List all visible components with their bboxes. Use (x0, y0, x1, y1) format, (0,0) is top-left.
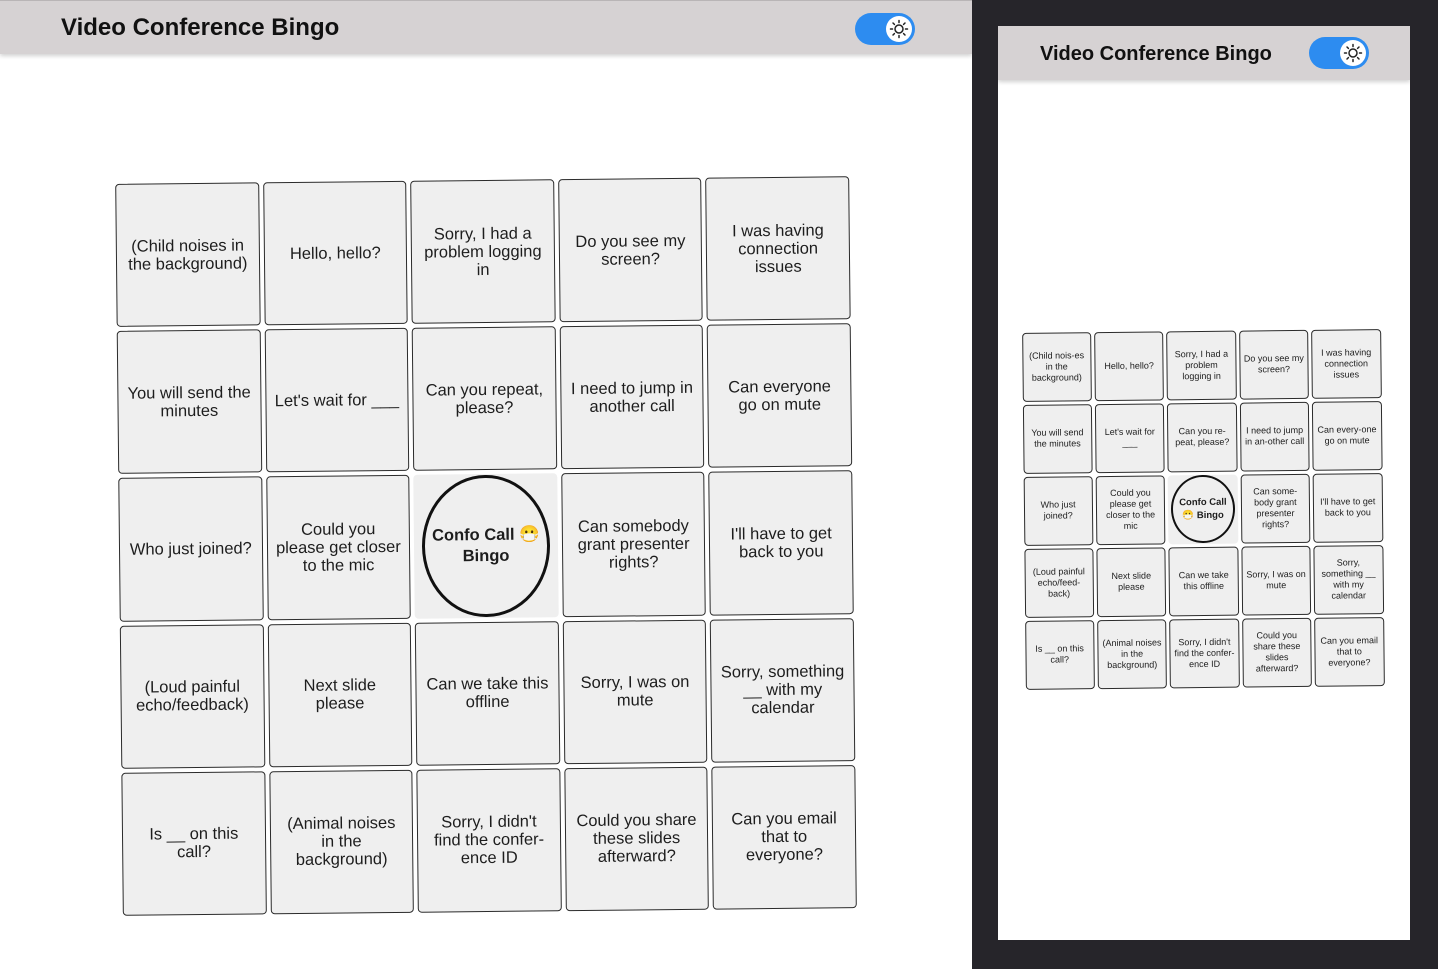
bingo-cell[interactable]: Can you email that to everyone? (1314, 616, 1385, 687)
bingo-cell[interactable]: Can everyone go on mute (707, 323, 853, 469)
page-title: Video Conference Bingo (61, 14, 340, 41)
bingo-cell[interactable]: Can we take this offline (1168, 546, 1239, 616)
bingo-cell[interactable]: Sorry, I had a problem logging in (410, 179, 556, 324)
mobile-bingo-board: (Child nois-es in the background) Hello,… (1020, 327, 1386, 691)
bingo-cell[interactable]: You will send the minutes (116, 329, 262, 475)
bingo-cell[interactable]: I'll have to get back to you (1312, 472, 1383, 543)
bingo-cell[interactable]: Can you re-peat, please? (1167, 402, 1238, 472)
bingo-cell[interactable]: Can every-one go on mute (1311, 400, 1383, 471)
theme-toggle[interactable] (855, 13, 915, 45)
bingo-cell[interactable]: Can you email that to everyone? (711, 764, 857, 910)
mobile-theme-toggle[interactable] (1309, 37, 1369, 69)
desktop-view: Video Conference Bingo (Child noises in … (0, 0, 972, 969)
bingo-cell[interactable]: Can somebody grant presenter rights? (561, 472, 707, 617)
bingo-cell[interactable]: Next slide please (267, 622, 413, 768)
mobile-device-frame: Video Conference Bingo (Child nois-es in… (972, 0, 1438, 969)
bingo-cell[interactable]: I need to jump in an-other call (1239, 401, 1310, 472)
bingo-cell[interactable]: Hello, hello? (262, 180, 408, 326)
bingo-cell[interactable]: Sorry, something __ with my calendar (1313, 544, 1384, 615)
bingo-cell[interactable]: I was having connection issues (1311, 328, 1382, 399)
free-space-label: Confo Call 😷 Bingo (1170, 474, 1236, 544)
bingo-cell[interactable]: Is __ on this call? (1024, 619, 1095, 690)
bingo-cell[interactable]: Sorry, I didn't find the confer-ence ID (416, 768, 562, 913)
sun-icon (889, 19, 909, 39)
toggle-knob (1340, 40, 1366, 66)
bingo-cell[interactable]: Do you see my screen? (1238, 329, 1309, 400)
bingo-cell[interactable]: Could you please get closer to the mic (265, 475, 411, 620)
bingo-cell[interactable]: Who just joined? (118, 476, 264, 622)
free-space-label: Confo Call 😷 Bingo (421, 474, 551, 618)
bingo-cell[interactable]: Sorry, I had a problem logging in (1166, 330, 1237, 400)
app-header: Video Conference Bingo (0, 0, 972, 54)
bingo-cell[interactable]: Let's wait for ___ (264, 327, 410, 473)
sun-icon (1343, 43, 1363, 63)
bingo-cell[interactable]: (Loud painful echo/feed-back) (1023, 547, 1095, 618)
mobile-app-header: Video Conference Bingo (998, 26, 1410, 80)
bingo-cell[interactable]: Could you please get closer to the mic (1095, 474, 1166, 545)
bingo-cell[interactable]: (Animal noises in the background) (1097, 618, 1168, 689)
bingo-cell[interactable]: Could you share these slides afterward? (564, 766, 710, 912)
bingo-cell[interactable]: Can we take this offline (414, 620, 561, 766)
bingo-cell[interactable]: (Animal noises in the background) (268, 769, 415, 915)
mobile-screen: Video Conference Bingo (Child nois-es in… (998, 26, 1410, 940)
free-space-cell[interactable]: Confo Call 😷 Bingo (1167, 474, 1239, 544)
bingo-cell[interactable]: Could you share these slides afterward? (1241, 617, 1312, 688)
bingo-cell[interactable]: Who just joined? (1023, 475, 1094, 546)
bingo-cell[interactable]: I was having connection issues (705, 176, 851, 321)
bingo-cell[interactable]: Is __ on this call? (121, 771, 267, 916)
free-space-cell[interactable]: Confo Call 😷 Bingo (413, 473, 559, 619)
bingo-cell[interactable]: You will send the minutes (1022, 403, 1093, 474)
bingo-cell[interactable]: Sorry, something __ with my calendar (710, 617, 856, 763)
toggle-knob (886, 16, 912, 42)
bingo-cell[interactable]: Sorry, I was on mute (1241, 545, 1312, 616)
bingo-cell[interactable]: Sorry, I didn't find the confer-ence ID (1169, 618, 1240, 688)
bingo-cell[interactable]: I'll have to get back to you (708, 470, 854, 616)
bingo-cell[interactable]: Do you see my screen? (557, 177, 704, 323)
bingo-cell[interactable]: Can you repeat, please? (411, 326, 558, 472)
bingo-cell[interactable]: Next slide please (1096, 546, 1167, 617)
bingo-cell[interactable]: Can some-body grant presenter rights? (1240, 473, 1311, 544)
bingo-cell[interactable]: (Loud painful echo/feedback) (119, 623, 265, 769)
bingo-cell[interactable]: I need to jump in another call (559, 324, 705, 470)
bingo-board: (Child noises in the background) Hello, … (113, 174, 859, 918)
bingo-cell[interactable]: Sorry, I was on mute (562, 619, 708, 764)
bingo-cell[interactable]: (Child nois-es in the background) (1021, 331, 1092, 402)
bingo-cell[interactable]: Let's wait for ___ (1094, 402, 1165, 473)
bingo-cell[interactable]: (Child noises in the background) (115, 182, 261, 328)
mobile-page-title: Video Conference Bingo (1040, 43, 1272, 65)
bingo-cell[interactable]: Hello, hello? (1094, 330, 1165, 401)
